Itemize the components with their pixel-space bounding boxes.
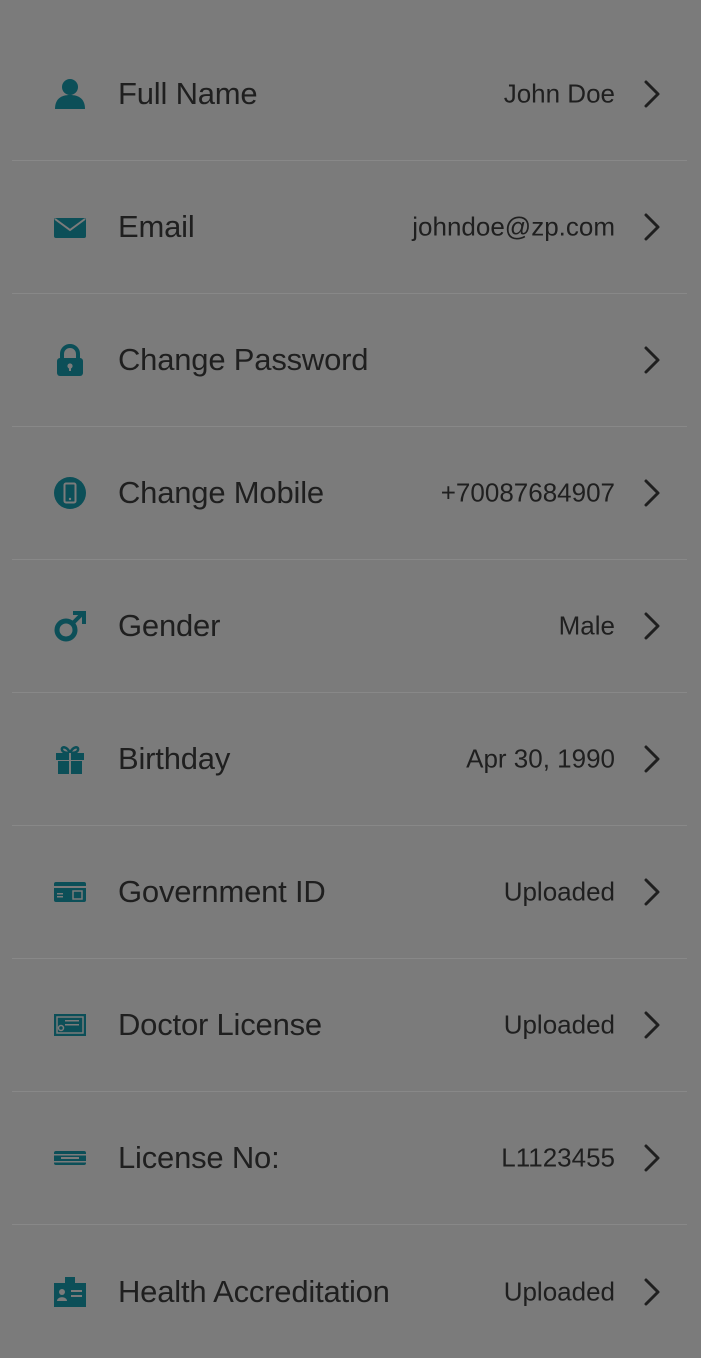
row-label: Birthday bbox=[118, 741, 231, 776]
row-label: Gender bbox=[118, 608, 221, 643]
row-gender[interactable]: Gender Male bbox=[12, 560, 687, 693]
lock-icon bbox=[53, 343, 87, 377]
row-label: Change Password bbox=[118, 342, 369, 377]
chevron-right-icon bbox=[643, 345, 661, 375]
chevron-right-icon bbox=[643, 212, 661, 242]
row-value: Uploaded bbox=[503, 876, 615, 907]
row-value: Uploaded bbox=[503, 1009, 615, 1040]
row-government-id[interactable]: Government ID Uploaded bbox=[12, 826, 687, 959]
row-label: Doctor License bbox=[118, 1007, 322, 1042]
badge-icon bbox=[53, 1275, 87, 1309]
user-icon bbox=[53, 77, 87, 111]
row-label: Government ID bbox=[118, 874, 326, 909]
row-value: Uploaded bbox=[503, 1276, 615, 1306]
row-license-no[interactable]: License No: L1123455 bbox=[12, 1092, 687, 1225]
settings-list: Full Name John Doe Email johndoe@zp.com bbox=[0, 28, 701, 1358]
row-value: John Doe bbox=[503, 78, 615, 109]
certificate-icon bbox=[53, 1008, 87, 1042]
chevron-right-icon bbox=[643, 1010, 661, 1040]
id-card-icon bbox=[53, 875, 87, 909]
envelope-icon bbox=[53, 210, 87, 244]
row-value: +70087684907 bbox=[440, 477, 615, 508]
row-label: Change Mobile bbox=[118, 475, 324, 510]
chevron-right-icon bbox=[643, 478, 661, 508]
row-label: Health Accreditation bbox=[118, 1273, 390, 1309]
row-value: L1123455 bbox=[501, 1142, 615, 1173]
male-icon bbox=[53, 609, 87, 643]
license-number-icon bbox=[53, 1141, 87, 1175]
row-change-password[interactable]: Change Password bbox=[12, 294, 687, 427]
row-health-accreditation[interactable]: Health Accreditation Uploaded bbox=[12, 1225, 687, 1358]
row-label: Email bbox=[118, 209, 195, 244]
chevron-right-icon bbox=[643, 1143, 661, 1173]
chevron-right-icon bbox=[643, 744, 661, 774]
row-label: License No: bbox=[118, 1140, 280, 1175]
chevron-right-icon bbox=[643, 79, 661, 109]
chevron-right-icon bbox=[643, 877, 661, 907]
chevron-right-icon bbox=[643, 611, 661, 641]
row-full-name[interactable]: Full Name John Doe bbox=[12, 28, 687, 161]
row-doctor-license[interactable]: Doctor License Uploaded bbox=[12, 959, 687, 1092]
row-birthday[interactable]: Birthday Apr 30, 1990 bbox=[12, 693, 687, 826]
chevron-right-icon bbox=[643, 1277, 661, 1307]
row-label: Full Name bbox=[118, 76, 258, 111]
row-email[interactable]: Email johndoe@zp.com bbox=[12, 161, 687, 294]
row-value: johndoe@zp.com bbox=[412, 211, 615, 242]
gift-icon bbox=[53, 742, 87, 776]
row-value: Apr 30, 1990 bbox=[466, 743, 615, 774]
mobile-icon bbox=[53, 476, 87, 510]
profile-settings-screen: Full Name John Doe Email johndoe@zp.com bbox=[0, 0, 701, 1338]
row-value: Male bbox=[558, 610, 615, 641]
row-change-mobile[interactable]: Change Mobile +70087684907 bbox=[12, 427, 687, 560]
